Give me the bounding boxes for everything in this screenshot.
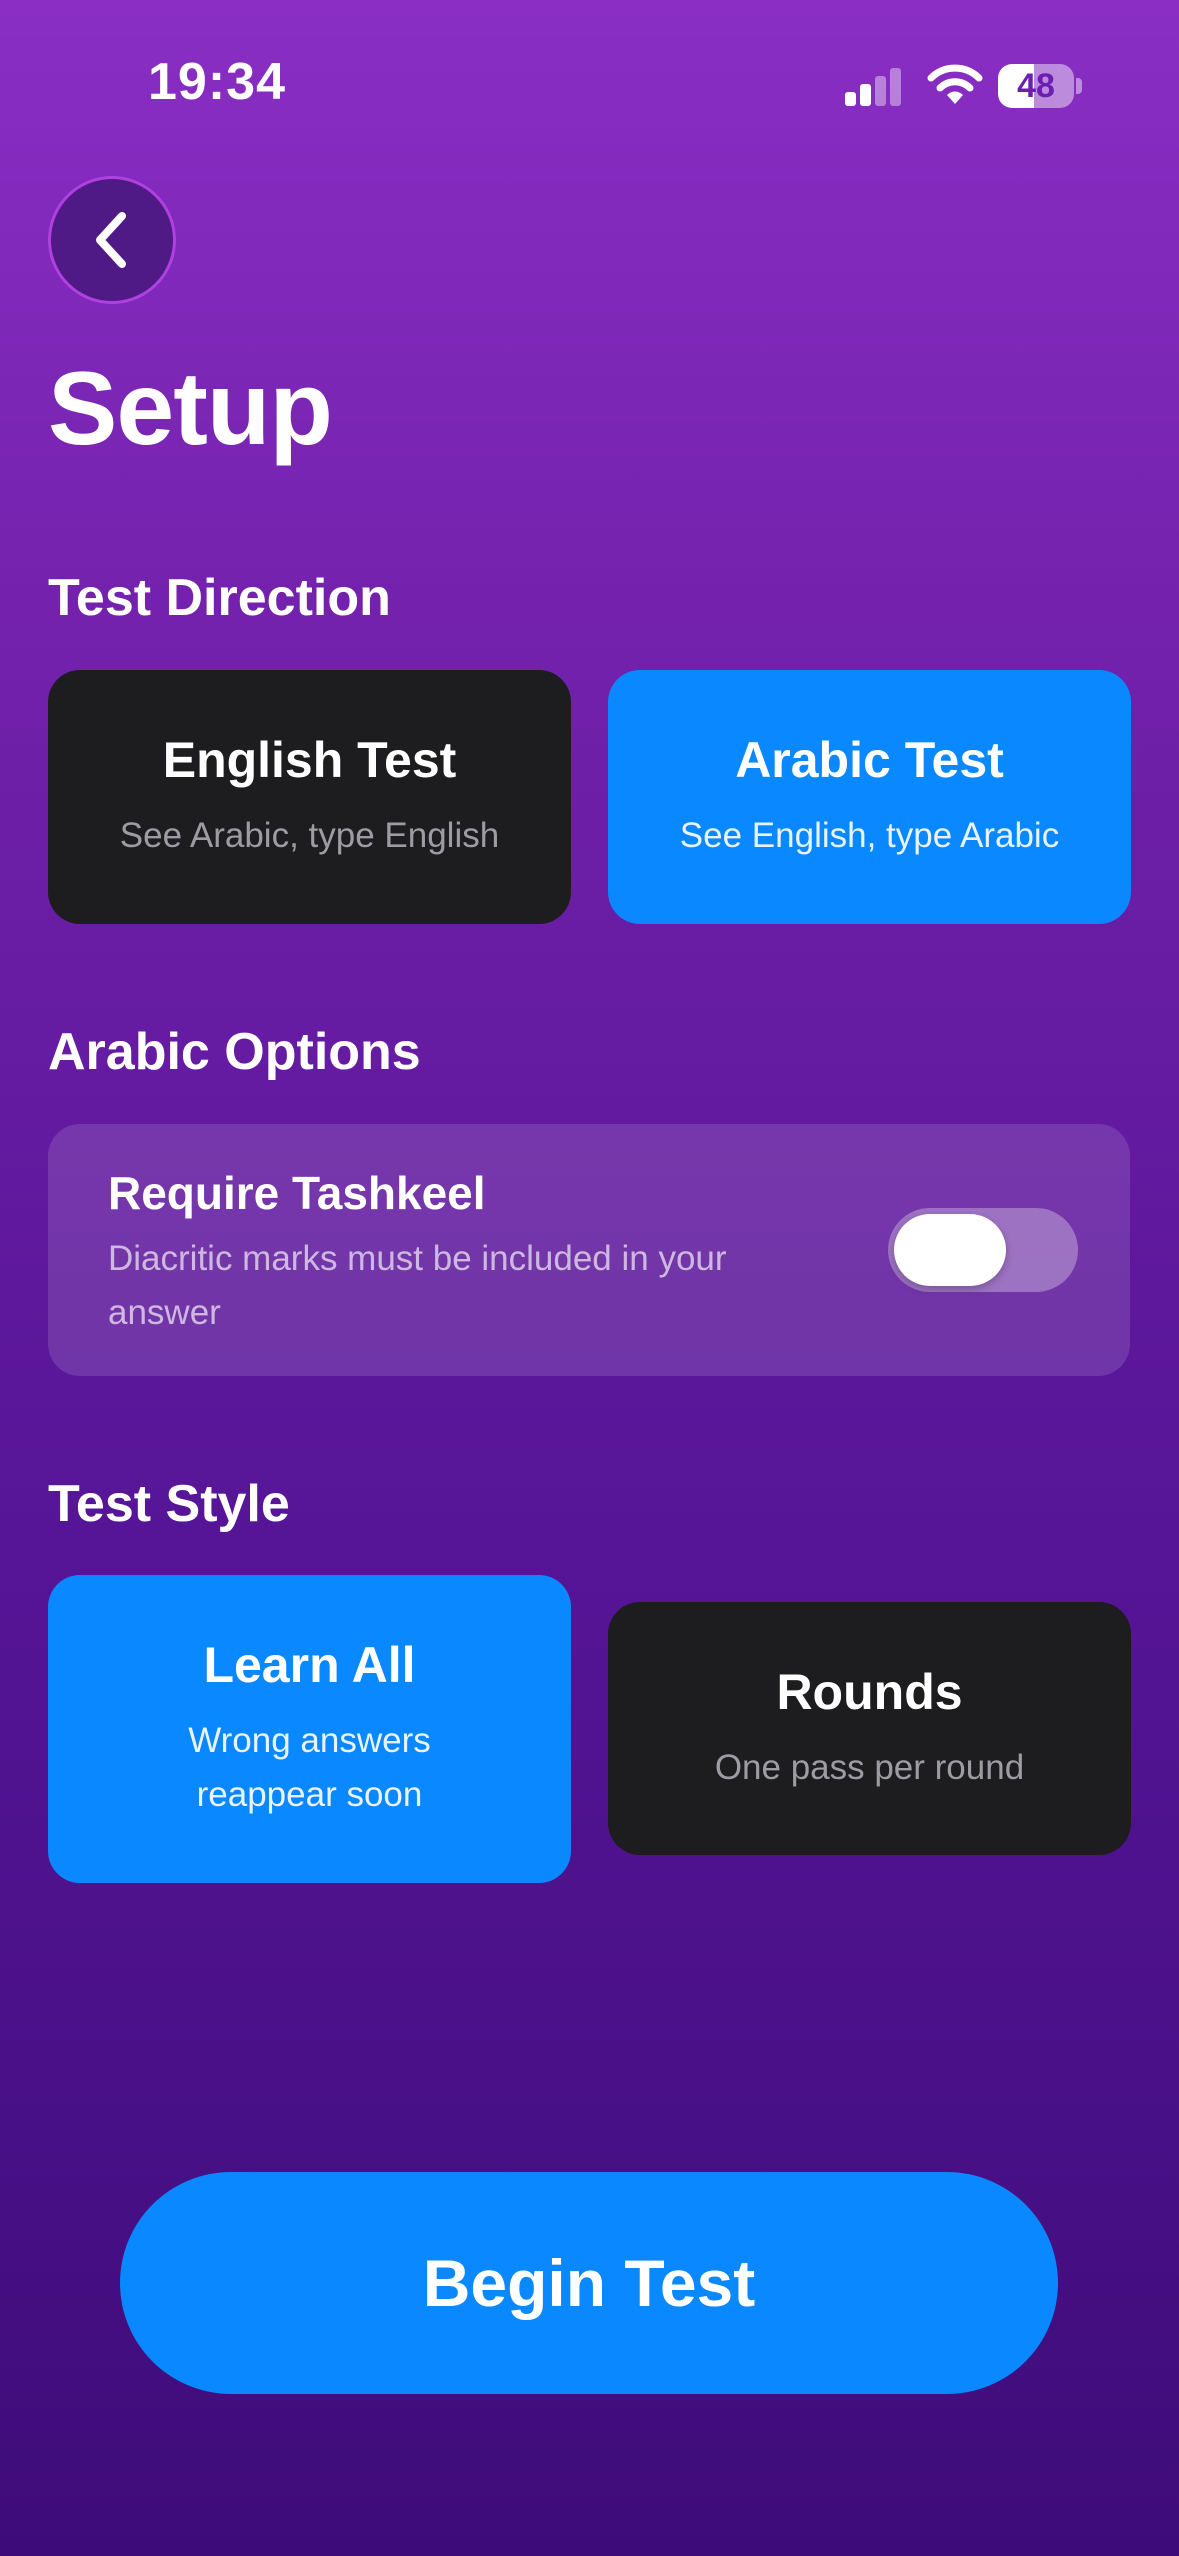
english-test-option[interactable]: English Test See Arabic, type English bbox=[48, 670, 571, 924]
section-title-test-style: Test Style bbox=[48, 1475, 290, 1533]
learn-all-subtitle: Wrong answers reappear soon bbox=[188, 1721, 431, 1814]
english-test-subtitle: See Arabic, type English bbox=[119, 816, 500, 855]
learn-all-title: Learn All bbox=[203, 1637, 416, 1693]
require-tashkeel-label: Require Tashkeel bbox=[108, 1167, 486, 1219]
require-tashkeel-description: Diacritic marks must be included in your… bbox=[108, 1239, 727, 1332]
status-time: 19:34 bbox=[148, 53, 286, 111]
toggle-knob bbox=[894, 1214, 1006, 1286]
arabic-test-subtitle: See English, type Arabic bbox=[679, 816, 1060, 855]
begin-test-button[interactable]: Begin Test bbox=[120, 2172, 1058, 2394]
cellular-signal-icon bbox=[845, 68, 901, 106]
rounds-subtitle: One pass per round bbox=[714, 1747, 1025, 1787]
wifi-icon bbox=[927, 64, 983, 104]
chevron-left-icon bbox=[96, 212, 126, 268]
require-tashkeel-toggle[interactable] bbox=[888, 1208, 1078, 1292]
battery-indicator: 48 bbox=[998, 64, 1082, 108]
english-test-title: English Test bbox=[162, 732, 457, 788]
arabic-test-title: Arabic Test bbox=[735, 732, 1004, 788]
section-title-test-direction: Test Direction bbox=[48, 569, 391, 627]
arabic-test-option[interactable]: Arabic Test See English, type Arabic bbox=[608, 670, 1131, 924]
back-button[interactable] bbox=[48, 176, 176, 304]
section-title-arabic-options: Arabic Options bbox=[48, 1023, 421, 1081]
rounds-option[interactable]: Rounds One pass per round bbox=[608, 1602, 1131, 1855]
battery-level: 48 bbox=[1017, 67, 1055, 105]
page-title: Setup bbox=[48, 351, 333, 467]
rounds-title: Rounds bbox=[776, 1663, 963, 1720]
learn-all-option[interactable]: Learn All Wrong answers reappear soon bbox=[48, 1575, 571, 1883]
